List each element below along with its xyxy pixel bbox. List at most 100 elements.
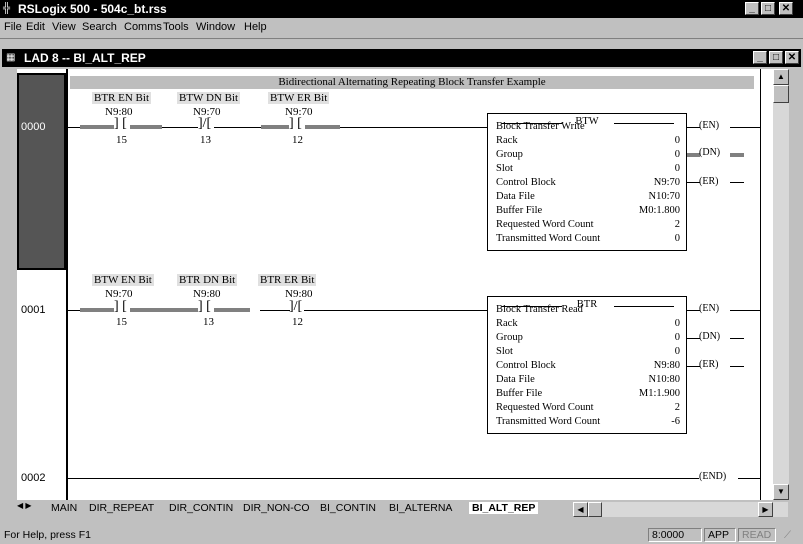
rung-wire: [304, 310, 487, 311]
coil-label: EN: [702, 303, 716, 314]
param-label: Buffer File: [496, 205, 543, 216]
status-bar: For Help, press F1 8:0000 APP READ ⟋: [0, 526, 803, 544]
ladder-window-title-bar[interactable]: ▦ LAD 8 -- BI_ALT_REP _ □ ✕: [2, 49, 801, 67]
coil-label: DN: [702, 147, 717, 158]
param-label: Control Block: [496, 360, 556, 371]
tab-scroll-arrows[interactable]: ◀ ▶: [17, 501, 47, 515]
tab-bi-alterna[interactable]: BI_ALTERNA: [389, 502, 452, 514]
energized-wire: [730, 153, 744, 157]
rung-wire: [162, 127, 180, 128]
tab-dir-contin[interactable]: DIR_CONTIN: [169, 502, 233, 514]
scroll-left-arrow-icon[interactable]: ◀: [573, 502, 588, 517]
horizontal-scrollbar[interactable]: ◀ ▶: [573, 502, 788, 517]
param-value[interactable]: 0: [675, 233, 680, 244]
menu-edit[interactable]: Edit: [26, 21, 45, 33]
xic-contact[interactable]: ] [: [114, 299, 127, 315]
param-value[interactable]: N10:80: [649, 374, 681, 385]
app-title: RSLogix 500 - 504c_bt.rss: [18, 2, 167, 16]
block-param-row: Data File N10:80: [496, 374, 680, 388]
block-param-row: Requested Word Count 2: [496, 402, 680, 416]
close-button[interactable]: ✕: [779, 2, 793, 15]
ladder-minimize-button[interactable]: _: [753, 51, 767, 64]
btr-instruction-block[interactable]: BTR Block Transfer Read Rack 0 Group 0 Slo…: [487, 296, 687, 434]
app-title-bar[interactable]: ╬ RSLogix 500 - 504c_bt.rss _ □ ✕: [0, 0, 803, 18]
er-output-coil[interactable]: (ER): [699, 176, 718, 187]
xic-contact[interactable]: ] [: [114, 116, 127, 132]
param-label: Requested Word Count: [496, 402, 594, 413]
end-instruction[interactable]: (END): [699, 471, 726, 482]
resize-grip-icon[interactable]: ⟋: [784, 530, 791, 541]
param-label: Rack: [496, 135, 518, 146]
param-value[interactable]: M0:1.800: [639, 205, 680, 216]
tab-dir-repeat[interactable]: DIR_REPEAT: [89, 502, 154, 514]
xic-contact[interactable]: ] [: [289, 116, 302, 132]
hscroll-thumb[interactable]: [588, 502, 602, 517]
rung-comment: Bidirectional Alternating Repeating Bloc…: [70, 76, 754, 89]
param-value[interactable]: 0: [675, 332, 680, 343]
energized-wire: [80, 308, 114, 312]
maximize-button[interactable]: □: [761, 2, 775, 15]
scroll-right-arrow-icon[interactable]: ▶: [758, 502, 773, 517]
param-value[interactable]: 2: [675, 402, 680, 413]
dn-output-coil[interactable]: (DN): [699, 331, 720, 342]
btw-instruction-block[interactable]: BTW Block Transfer Write Rack 0 Group 0 Sl…: [487, 113, 687, 251]
block-param-row: Transmitted Word Count 0: [496, 233, 680, 247]
dn-output-coil[interactable]: (DN): [699, 147, 720, 158]
param-value[interactable]: -6: [671, 416, 680, 427]
param-label: Buffer File: [496, 388, 543, 399]
menu-window[interactable]: Window: [196, 21, 235, 33]
param-value[interactable]: 0: [675, 149, 680, 160]
block-name: Block Transfer Read: [496, 304, 583, 315]
menu-search[interactable]: Search: [82, 21, 117, 33]
menu-comms[interactable]: Comms: [124, 21, 162, 33]
en-output-coil[interactable]: (EN): [699, 120, 719, 131]
block-name-row: Block Transfer Read: [496, 304, 680, 318]
block-param-row: Requested Word Count 2: [496, 219, 680, 233]
scroll-thumb[interactable]: [773, 85, 789, 103]
param-value[interactable]: N9:70: [654, 177, 680, 188]
param-value[interactable]: 0: [675, 135, 680, 146]
block-param-row: Slot 0: [496, 346, 680, 360]
xic-contact[interactable]: ] [: [198, 299, 211, 315]
scroll-down-arrow-icon[interactable]: ▼: [773, 484, 789, 500]
energized-wire: [214, 308, 250, 312]
block-param-row: Control Block N9:70: [496, 177, 680, 191]
right-power-rail: [760, 69, 761, 500]
menu-view[interactable]: View: [52, 21, 76, 33]
menu-file[interactable]: File: [4, 21, 22, 33]
status-mode: APP: [704, 528, 736, 542]
tab-bi-alt-rep[interactable]: BI_ALT_REP: [469, 502, 539, 514]
param-value[interactable]: 0: [675, 346, 680, 357]
contact-bit: 15: [116, 316, 127, 328]
menu-help[interactable]: Help: [244, 21, 267, 33]
rung-wire: [738, 478, 760, 479]
ladder-maximize-button[interactable]: □: [769, 51, 783, 64]
tab-dir-non-co[interactable]: DIR_NON-CO: [243, 502, 310, 514]
er-output-coil[interactable]: (ER): [699, 359, 718, 370]
output-wire: [730, 366, 744, 367]
ladder-close-button[interactable]: ✕: [785, 51, 799, 64]
contact-bit: 12: [292, 316, 303, 328]
rung-number[interactable]: 0000: [21, 121, 45, 133]
xio-contact[interactable]: ]/[: [198, 116, 211, 132]
tab-bi-contin[interactable]: BI_CONTIN: [320, 502, 376, 514]
param-value[interactable]: 0: [675, 163, 680, 174]
param-value[interactable]: 2: [675, 219, 680, 230]
en-output-coil[interactable]: (EN): [699, 303, 719, 314]
menu-tools[interactable]: Tools: [163, 21, 189, 33]
ladder-window-controls: _ □ ✕: [753, 51, 799, 64]
xio-contact[interactable]: ]/[: [289, 299, 302, 315]
selected-rung-marker[interactable]: [17, 73, 66, 270]
param-value[interactable]: N10:70: [649, 191, 681, 202]
rung-wire: [180, 127, 198, 128]
param-value[interactable]: 0: [675, 318, 680, 329]
tab-main[interactable]: MAIN: [51, 502, 77, 514]
scroll-up-arrow-icon[interactable]: ▲: [773, 69, 789, 85]
param-value[interactable]: M1:1.900: [639, 388, 680, 399]
rung-number[interactable]: 0002: [21, 472, 45, 484]
rung-number[interactable]: 0001: [21, 304, 45, 316]
param-value[interactable]: N9:80: [654, 360, 680, 371]
minimize-button[interactable]: _: [745, 2, 759, 15]
menu-bar: File Edit View Search Comms Tools Window…: [0, 18, 803, 38]
vertical-scrollbar[interactable]: ▲ ▼: [773, 69, 789, 500]
